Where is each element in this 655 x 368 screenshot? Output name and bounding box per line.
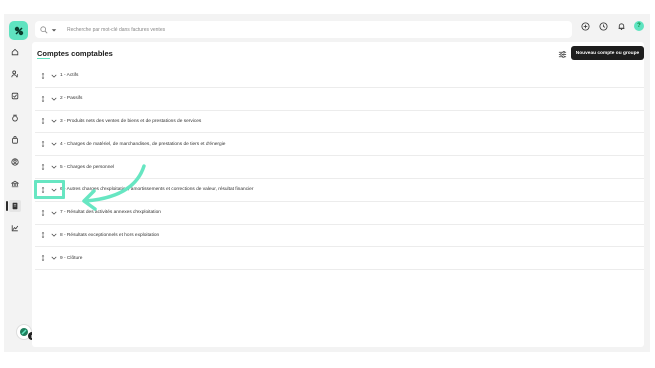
account-label: 7 - Résultat des activités annexes d'exp…	[60, 210, 161, 216]
account-label: 2 - Passifs	[60, 96, 83, 102]
contact-icon	[11, 158, 19, 166]
home-icon	[11, 48, 19, 56]
app-window: ? 8 Com	[4, 14, 650, 352]
drag-handle-icon[interactable]	[40, 95, 46, 103]
search-icon[interactable]	[40, 25, 49, 34]
list-item[interactable]: 8 - Résultats exceptionnels et hors expl…	[35, 225, 644, 248]
ledger-icon	[12, 202, 18, 210]
filter-settings-icon[interactable]	[557, 49, 567, 59]
list-item[interactable]: 2 - Passifs	[35, 88, 644, 111]
title-underline	[37, 58, 50, 59]
logo-icon	[14, 26, 23, 35]
drag-handle-icon[interactable]	[40, 186, 46, 194]
search-bar[interactable]	[35, 21, 572, 38]
account-label: 8 - Résultats exceptionnels et hors expl…	[60, 232, 160, 238]
top-actions: ?	[580, 21, 644, 31]
drag-handle-icon[interactable]	[40, 231, 46, 239]
main-panel: Comptes comptables Nouveau compte ou gro…	[32, 42, 644, 347]
help-icon[interactable]: ?	[634, 21, 644, 31]
nav-contacts[interactable]	[9, 156, 21, 168]
money-bag-icon	[12, 114, 18, 122]
nav-income[interactable]	[9, 112, 21, 124]
drag-handle-icon[interactable]	[40, 254, 46, 262]
chevron-down-icon[interactable]	[50, 141, 57, 148]
chevron-down-icon[interactable]	[50, 255, 57, 262]
nav-accounting[interactable]	[6, 200, 21, 212]
drag-handle-icon[interactable]	[40, 209, 46, 217]
chevron-down-icon[interactable]	[50, 164, 57, 171]
checklist-icon	[11, 92, 19, 100]
nav-reports[interactable]	[9, 222, 21, 234]
chevron-down-icon[interactable]	[50, 72, 57, 79]
plus-circle-icon[interactable]	[580, 21, 590, 31]
list-item[interactable]: 7 - Résultat des activités annexes d'exp…	[35, 202, 644, 225]
new-account-button[interactable]: Nouveau compte ou groupe	[571, 46, 644, 60]
chevron-down-icon[interactable]	[50, 95, 57, 102]
account-label: 3 - Produits nets des ventes de biens et…	[60, 118, 202, 124]
nav-purchases[interactable]	[9, 134, 21, 146]
chevron-down-icon[interactable]	[50, 232, 57, 239]
list-item[interactable]: 9 - Clôture	[35, 247, 644, 271]
user-dollar-icon	[11, 70, 18, 78]
account-label: 6 - Autres charges d'exploitation, amort…	[60, 187, 254, 193]
drag-handle-icon[interactable]	[40, 117, 46, 125]
list-item[interactable]: 5 - Charges de personnel	[35, 156, 644, 179]
bell-icon[interactable]	[616, 21, 626, 31]
search-scope-chevron-icon[interactable]	[51, 26, 58, 33]
nav-bank[interactable]	[9, 178, 21, 190]
drag-handle-icon[interactable]	[40, 163, 46, 171]
list-item[interactable]: 1 - Actifs	[35, 65, 644, 88]
account-label: 4 - Charges de matériel, de marchandises…	[60, 141, 226, 147]
list-item[interactable]: 6 - Autres charges d'exploitation, amort…	[35, 179, 644, 202]
sidebar: 8	[4, 40, 36, 352]
account-label: 5 - Charges de personnel	[60, 164, 115, 170]
list-item[interactable]: 4 - Charges de matériel, de marchandises…	[35, 133, 644, 157]
chevron-down-icon[interactable]	[50, 186, 57, 193]
account-label: 9 - Clôture	[60, 255, 83, 261]
shopping-bag-icon	[12, 136, 18, 144]
account-label: 1 - Actifs	[60, 73, 79, 79]
accounts-list: 1 - Actifs 2 - Passifs 3 - Produits nets…	[35, 65, 644, 271]
nav-home[interactable]	[9, 46, 21, 58]
drag-handle-icon[interactable]	[40, 72, 46, 80]
nav-tasks[interactable]	[9, 90, 21, 102]
list-item[interactable]: 3 - Produits nets des ventes de biens et…	[35, 111, 644, 134]
bank-icon	[11, 180, 19, 188]
chevron-down-icon[interactable]	[50, 118, 57, 125]
page-title: Comptes comptables	[37, 49, 113, 58]
drag-handle-icon[interactable]	[40, 140, 46, 148]
chart-icon	[11, 225, 19, 232]
chevron-down-icon[interactable]	[50, 209, 57, 216]
app-logo[interactable]	[9, 21, 28, 40]
clock-icon[interactable]	[598, 21, 608, 31]
search-input[interactable]	[67, 26, 547, 33]
nav-clients[interactable]	[9, 68, 21, 80]
